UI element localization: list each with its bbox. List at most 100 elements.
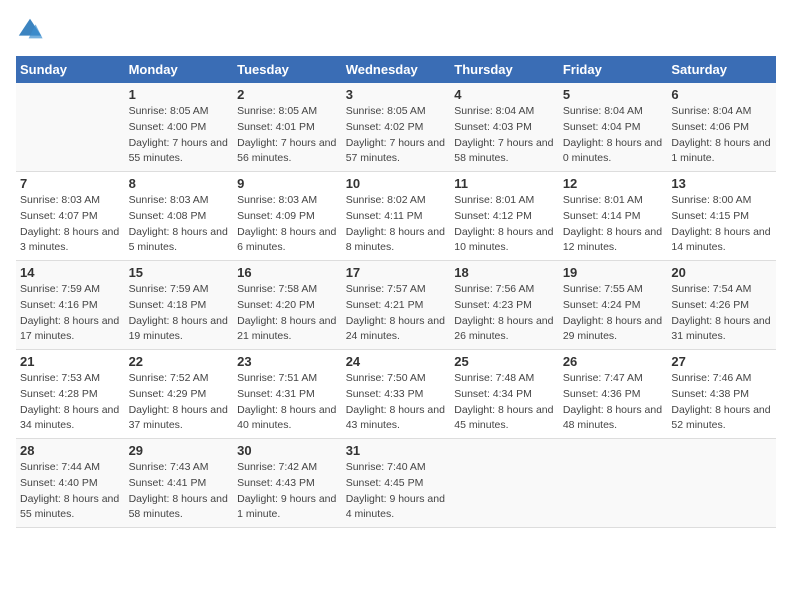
day-info: Sunrise: 7:52 AMSunset: 4:29 PMDaylight:… — [129, 371, 230, 434]
day-number: 22 — [129, 354, 230, 369]
day-cell: 22 Sunrise: 7:52 AMSunset: 4:29 PMDaylig… — [125, 350, 234, 439]
day-cell: 26 Sunrise: 7:47 AMSunset: 4:36 PMDaylig… — [559, 350, 668, 439]
day-info: Sunrise: 7:40 AMSunset: 4:45 PMDaylight:… — [346, 460, 447, 523]
header-cell-sunday: Sunday — [16, 56, 125, 83]
day-info: Sunrise: 7:48 AMSunset: 4:34 PMDaylight:… — [454, 371, 555, 434]
day-number: 19 — [563, 265, 664, 280]
day-cell: 4 Sunrise: 8:04 AMSunset: 4:03 PMDayligh… — [450, 83, 559, 172]
day-info: Sunrise: 8:04 AMSunset: 4:03 PMDaylight:… — [454, 104, 555, 167]
day-cell: 28 Sunrise: 7:44 AMSunset: 4:40 PMDaylig… — [16, 439, 125, 528]
day-info: Sunrise: 7:59 AMSunset: 4:16 PMDaylight:… — [20, 282, 121, 345]
day-info: Sunrise: 7:57 AMSunset: 4:21 PMDaylight:… — [346, 282, 447, 345]
day-number: 30 — [237, 443, 338, 458]
day-cell: 11 Sunrise: 8:01 AMSunset: 4:12 PMDaylig… — [450, 172, 559, 261]
day-number: 26 — [563, 354, 664, 369]
day-info: Sunrise: 8:04 AMSunset: 4:04 PMDaylight:… — [563, 104, 664, 167]
day-cell: 16 Sunrise: 7:58 AMSunset: 4:20 PMDaylig… — [233, 261, 342, 350]
day-number: 7 — [20, 176, 121, 191]
day-number: 18 — [454, 265, 555, 280]
day-cell: 30 Sunrise: 7:42 AMSunset: 4:43 PMDaylig… — [233, 439, 342, 528]
day-number: 8 — [129, 176, 230, 191]
day-info: Sunrise: 7:47 AMSunset: 4:36 PMDaylight:… — [563, 371, 664, 434]
day-info: Sunrise: 7:59 AMSunset: 4:18 PMDaylight:… — [129, 282, 230, 345]
day-number: 25 — [454, 354, 555, 369]
day-cell — [450, 439, 559, 528]
day-cell: 8 Sunrise: 8:03 AMSunset: 4:08 PMDayligh… — [125, 172, 234, 261]
day-number: 31 — [346, 443, 447, 458]
day-cell: 13 Sunrise: 8:00 AMSunset: 4:15 PMDaylig… — [667, 172, 776, 261]
day-cell: 5 Sunrise: 8:04 AMSunset: 4:04 PMDayligh… — [559, 83, 668, 172]
day-info: Sunrise: 7:51 AMSunset: 4:31 PMDaylight:… — [237, 371, 338, 434]
day-number: 23 — [237, 354, 338, 369]
day-info: Sunrise: 8:05 AMSunset: 4:01 PMDaylight:… — [237, 104, 338, 167]
day-info: Sunrise: 8:05 AMSunset: 4:00 PMDaylight:… — [129, 104, 230, 167]
day-info: Sunrise: 7:54 AMSunset: 4:26 PMDaylight:… — [671, 282, 772, 345]
day-info: Sunrise: 7:53 AMSunset: 4:28 PMDaylight:… — [20, 371, 121, 434]
day-info: Sunrise: 7:46 AMSunset: 4:38 PMDaylight:… — [671, 371, 772, 434]
day-cell: 24 Sunrise: 7:50 AMSunset: 4:33 PMDaylig… — [342, 350, 451, 439]
day-cell: 27 Sunrise: 7:46 AMSunset: 4:38 PMDaylig… — [667, 350, 776, 439]
header-cell-monday: Monday — [125, 56, 234, 83]
day-info: Sunrise: 7:43 AMSunset: 4:41 PMDaylight:… — [129, 460, 230, 523]
day-number: 9 — [237, 176, 338, 191]
day-info: Sunrise: 8:05 AMSunset: 4:02 PMDaylight:… — [346, 104, 447, 167]
day-number: 5 — [563, 87, 664, 102]
day-cell: 3 Sunrise: 8:05 AMSunset: 4:02 PMDayligh… — [342, 83, 451, 172]
day-info: Sunrise: 8:03 AMSunset: 4:07 PMDaylight:… — [20, 193, 121, 256]
week-row-3: 14 Sunrise: 7:59 AMSunset: 4:16 PMDaylig… — [16, 261, 776, 350]
day-number: 3 — [346, 87, 447, 102]
day-info: Sunrise: 8:02 AMSunset: 4:11 PMDaylight:… — [346, 193, 447, 256]
day-number: 28 — [20, 443, 121, 458]
day-number: 6 — [671, 87, 772, 102]
calendar-table: SundayMondayTuesdayWednesdayThursdayFrid… — [16, 56, 776, 528]
day-number: 17 — [346, 265, 447, 280]
header-cell-tuesday: Tuesday — [233, 56, 342, 83]
day-number: 4 — [454, 87, 555, 102]
day-info: Sunrise: 8:01 AMSunset: 4:12 PMDaylight:… — [454, 193, 555, 256]
day-info: Sunrise: 7:56 AMSunset: 4:23 PMDaylight:… — [454, 282, 555, 345]
day-cell: 10 Sunrise: 8:02 AMSunset: 4:11 PMDaylig… — [342, 172, 451, 261]
day-number: 14 — [20, 265, 121, 280]
day-cell: 25 Sunrise: 7:48 AMSunset: 4:34 PMDaylig… — [450, 350, 559, 439]
day-info: Sunrise: 8:03 AMSunset: 4:09 PMDaylight:… — [237, 193, 338, 256]
day-cell — [16, 83, 125, 172]
day-info: Sunrise: 8:00 AMSunset: 4:15 PMDaylight:… — [671, 193, 772, 256]
day-number: 21 — [20, 354, 121, 369]
day-info: Sunrise: 7:44 AMSunset: 4:40 PMDaylight:… — [20, 460, 121, 523]
header-cell-thursday: Thursday — [450, 56, 559, 83]
day-cell: 15 Sunrise: 7:59 AMSunset: 4:18 PMDaylig… — [125, 261, 234, 350]
day-cell: 20 Sunrise: 7:54 AMSunset: 4:26 PMDaylig… — [667, 261, 776, 350]
day-number: 13 — [671, 176, 772, 191]
day-cell — [559, 439, 668, 528]
logo-icon — [16, 16, 44, 44]
day-cell: 23 Sunrise: 7:51 AMSunset: 4:31 PMDaylig… — [233, 350, 342, 439]
header-cell-saturday: Saturday — [667, 56, 776, 83]
day-number: 29 — [129, 443, 230, 458]
header-cell-friday: Friday — [559, 56, 668, 83]
day-number: 15 — [129, 265, 230, 280]
week-row-2: 7 Sunrise: 8:03 AMSunset: 4:07 PMDayligh… — [16, 172, 776, 261]
day-cell: 7 Sunrise: 8:03 AMSunset: 4:07 PMDayligh… — [16, 172, 125, 261]
day-number: 16 — [237, 265, 338, 280]
day-info: Sunrise: 7:58 AMSunset: 4:20 PMDaylight:… — [237, 282, 338, 345]
day-cell: 9 Sunrise: 8:03 AMSunset: 4:09 PMDayligh… — [233, 172, 342, 261]
day-cell: 12 Sunrise: 8:01 AMSunset: 4:14 PMDaylig… — [559, 172, 668, 261]
day-cell: 18 Sunrise: 7:56 AMSunset: 4:23 PMDaylig… — [450, 261, 559, 350]
day-info: Sunrise: 8:03 AMSunset: 4:08 PMDaylight:… — [129, 193, 230, 256]
week-row-5: 28 Sunrise: 7:44 AMSunset: 4:40 PMDaylig… — [16, 439, 776, 528]
day-number: 1 — [129, 87, 230, 102]
day-cell: 1 Sunrise: 8:05 AMSunset: 4:00 PMDayligh… — [125, 83, 234, 172]
day-cell: 21 Sunrise: 7:53 AMSunset: 4:28 PMDaylig… — [16, 350, 125, 439]
day-number: 27 — [671, 354, 772, 369]
day-number: 12 — [563, 176, 664, 191]
day-cell: 2 Sunrise: 8:05 AMSunset: 4:01 PMDayligh… — [233, 83, 342, 172]
day-cell: 31 Sunrise: 7:40 AMSunset: 4:45 PMDaylig… — [342, 439, 451, 528]
week-row-1: 1 Sunrise: 8:05 AMSunset: 4:00 PMDayligh… — [16, 83, 776, 172]
day-cell: 14 Sunrise: 7:59 AMSunset: 4:16 PMDaylig… — [16, 261, 125, 350]
day-number: 2 — [237, 87, 338, 102]
day-number: 11 — [454, 176, 555, 191]
day-cell: 29 Sunrise: 7:43 AMSunset: 4:41 PMDaylig… — [125, 439, 234, 528]
day-number: 20 — [671, 265, 772, 280]
day-info: Sunrise: 8:04 AMSunset: 4:06 PMDaylight:… — [671, 104, 772, 167]
day-cell: 19 Sunrise: 7:55 AMSunset: 4:24 PMDaylig… — [559, 261, 668, 350]
